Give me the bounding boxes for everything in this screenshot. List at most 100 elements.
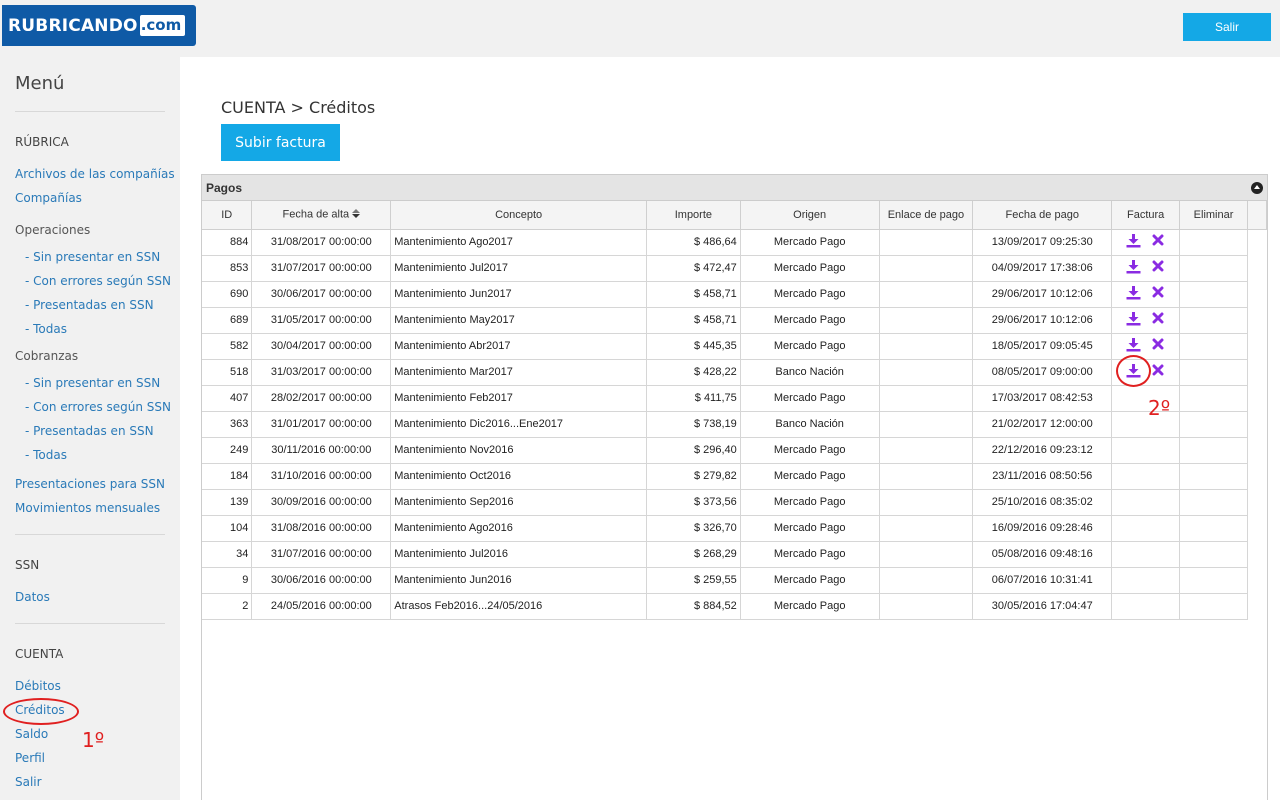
table-row[interactable]: 690 30/06/2017 00:00:00 Mantenimiento Jun2… <box>202 281 1267 308</box>
cell-fecha-alta: 31/05/2017 00:00:00 <box>251 307 392 334</box>
sidebar-item-co-todas[interactable]: - Todas <box>25 448 67 462</box>
cell-id: 689 <box>202 307 253 334</box>
cell-id: 34 <box>202 541 253 568</box>
sidebar-item-debitos[interactable]: Débitos <box>15 679 61 693</box>
divider <box>15 534 165 535</box>
cell-fecha-pago: 22/12/2016 09:23:12 <box>972 437 1113 464</box>
sidebar-item-datos[interactable]: Datos <box>15 590 50 604</box>
logo[interactable]: RUBRICANDO .com <box>2 5 196 46</box>
col-header-enlace[interactable]: Enlace de pago <box>879 201 974 230</box>
col-header-factura[interactable]: Factura <box>1111 201 1181 230</box>
cell-fecha-alta: 28/02/2017 00:00:00 <box>251 385 392 412</box>
download-icon[interactable] <box>1126 233 1141 248</box>
col-header-eliminar[interactable]: Eliminar <box>1179 201 1248 230</box>
download-icon[interactable] <box>1126 311 1141 326</box>
cell-filler <box>1247 255 1266 281</box>
sidebar-item-companias[interactable]: Compañías <box>15 191 82 205</box>
logo-text: RUBRICANDO <box>8 15 138 36</box>
cell-id: 884 <box>202 229 253 256</box>
section-cuenta: CUENTA <box>15 647 64 661</box>
cell-filler <box>1247 541 1266 567</box>
upload-invoice-button[interactable]: Subir factura <box>221 124 340 161</box>
cell-enlace-pago <box>879 567 974 594</box>
sidebar-item-co-con-errores[interactable]: - Con errores según SSN <box>25 400 171 414</box>
delete-icon[interactable] <box>1150 338 1165 352</box>
table-row[interactable]: 689 31/05/2017 00:00:00 Mantenimiento May2… <box>202 307 1267 334</box>
table-row[interactable]: 884 31/08/2017 00:00:00 Mantenimiento Ago2… <box>202 229 1267 256</box>
cell-origen: Mercado Pago <box>740 333 880 360</box>
delete-icon[interactable] <box>1150 234 1165 248</box>
table-header-row: ID Fecha de alta Concepto Importe Origen… <box>202 201 1268 230</box>
delete-icon[interactable] <box>1150 312 1165 326</box>
cell-filler <box>1247 515 1266 541</box>
download-icon[interactable] <box>1126 259 1141 274</box>
sidebar-item-op-presentadas[interactable]: - Presentadas en SSN <box>25 298 154 312</box>
delete-icon[interactable] <box>1150 364 1165 378</box>
cell-concepto: Atrasos Feb2016...24/05/2016 <box>390 593 647 620</box>
sidebar-item-op-todas[interactable]: - Todas <box>25 322 67 336</box>
sidebar-item-movimientos[interactable]: Movimientos mensuales <box>15 501 160 515</box>
top-bar: RUBRICANDO .com Salir <box>0 0 1280 57</box>
table-body: 884 31/08/2017 00:00:00 Mantenimiento Ago2… <box>202 229 1267 620</box>
cell-enlace-pago <box>879 359 974 386</box>
sidebar-item-presentaciones[interactable]: Presentaciones para SSN <box>15 477 165 491</box>
table-row[interactable]: 9 30/06/2016 00:00:00 Mantenimiento Jun201… <box>202 567 1267 594</box>
cell-eliminar <box>1179 567 1248 594</box>
col-header-id[interactable]: ID <box>202 201 253 230</box>
cell-enlace-pago <box>879 307 974 334</box>
delete-icon[interactable] <box>1150 286 1165 300</box>
cell-concepto: Mantenimiento Ago2017 <box>390 229 647 256</box>
cell-concepto: Mantenimiento Jul2016 <box>390 541 647 568</box>
col-header-label: Fecha de alta <box>282 208 350 221</box>
download-icon[interactable] <box>1126 337 1141 352</box>
sidebar-item-co-sin-presentar[interactable]: - Sin presentar en SSN <box>25 376 160 390</box>
cell-importe: $ 268,29 <box>646 541 741 568</box>
logout-button[interactable]: Salir <box>1183 13 1271 41</box>
sidebar-item-saldo[interactable]: Saldo <box>15 727 48 741</box>
col-header-label: Enlace de pago <box>887 208 965 221</box>
col-header-fecha-alta[interactable]: Fecha de alta <box>251 201 392 230</box>
cell-origen: Mercado Pago <box>740 385 880 412</box>
cell-id: 407 <box>202 385 253 412</box>
cell-enlace-pago <box>879 333 974 360</box>
panel-title: Pagos <box>206 181 243 195</box>
table-row[interactable]: 407 28/02/2017 00:00:00 Mantenimiento Feb2… <box>202 385 1267 412</box>
cell-fecha-pago: 30/05/2016 17:04:47 <box>972 593 1113 620</box>
sidebar-item-perfil[interactable]: Perfil <box>15 751 45 765</box>
sort-icon[interactable] <box>352 208 361 221</box>
cell-origen: Mercado Pago <box>740 567 880 594</box>
payments-panel: Pagos ID Fecha de alta Concepto Importe … <box>201 174 1268 800</box>
cell-factura <box>1111 567 1181 594</box>
table-row[interactable]: 853 31/07/2017 00:00:00 Mantenimiento Jul2… <box>202 255 1267 282</box>
download-icon[interactable] <box>1126 285 1141 300</box>
table-row[interactable]: 249 30/11/2016 00:00:00 Mantenimiento Nov2… <box>202 437 1267 464</box>
table-row[interactable]: 139 30/09/2016 00:00:00 Mantenimiento Sep2… <box>202 489 1267 516</box>
sidebar-item-op-con-errores[interactable]: - Con errores según SSN <box>25 274 171 288</box>
table-row[interactable]: 2 24/05/2016 00:00:00 Atrasos Feb2016...24… <box>202 593 1267 620</box>
col-header-label: Factura <box>1126 208 1165 221</box>
cell-concepto: Mantenimiento Jun2016 <box>390 567 647 594</box>
cell-importe: $ 486,64 <box>646 229 741 256</box>
col-header-importe[interactable]: Importe <box>646 201 741 230</box>
cell-eliminar <box>1179 411 1248 438</box>
col-header-origen[interactable]: Origen <box>740 201 880 230</box>
table-row[interactable]: 104 31/08/2016 00:00:00 Mantenimiento Ago2… <box>202 515 1267 542</box>
sidebar-item-op-sin-presentar[interactable]: - Sin presentar en SSN <box>25 250 160 264</box>
cell-origen: Mercado Pago <box>740 489 880 516</box>
sidebar-item-archivos[interactable]: Archivos de las compañías <box>15 167 175 181</box>
table-row[interactable]: 582 30/04/2017 00:00:00 Mantenimiento Abr2… <box>202 333 1267 360</box>
cell-eliminar <box>1179 281 1248 308</box>
cell-enlace-pago <box>879 411 974 438</box>
sidebar-item-salir[interactable]: Salir <box>15 775 42 789</box>
table-row[interactable]: 184 31/10/2016 00:00:00 Mantenimiento Oct2… <box>202 463 1267 490</box>
table-row[interactable]: 34 31/07/2016 00:00:00 Mantenimiento Jul20… <box>202 541 1267 568</box>
sidebar-item-co-presentadas[interactable]: - Presentadas en SSN <box>25 424 154 438</box>
col-header-fecha-pago[interactable]: Fecha de pago <box>972 201 1113 230</box>
cell-concepto: Mantenimiento Jul2017 <box>390 255 647 282</box>
collapse-icon[interactable] <box>1251 182 1263 194</box>
col-header-concepto[interactable]: Concepto <box>390 201 647 230</box>
table-row[interactable]: 363 31/01/2017 00:00:00 Mantenimiento Dic2… <box>202 411 1267 438</box>
cell-concepto: Mantenimiento Nov2016 <box>390 437 647 464</box>
delete-icon[interactable] <box>1150 260 1165 274</box>
table-row[interactable]: 518 31/03/2017 00:00:00 Mantenimiento Mar2… <box>202 359 1267 386</box>
